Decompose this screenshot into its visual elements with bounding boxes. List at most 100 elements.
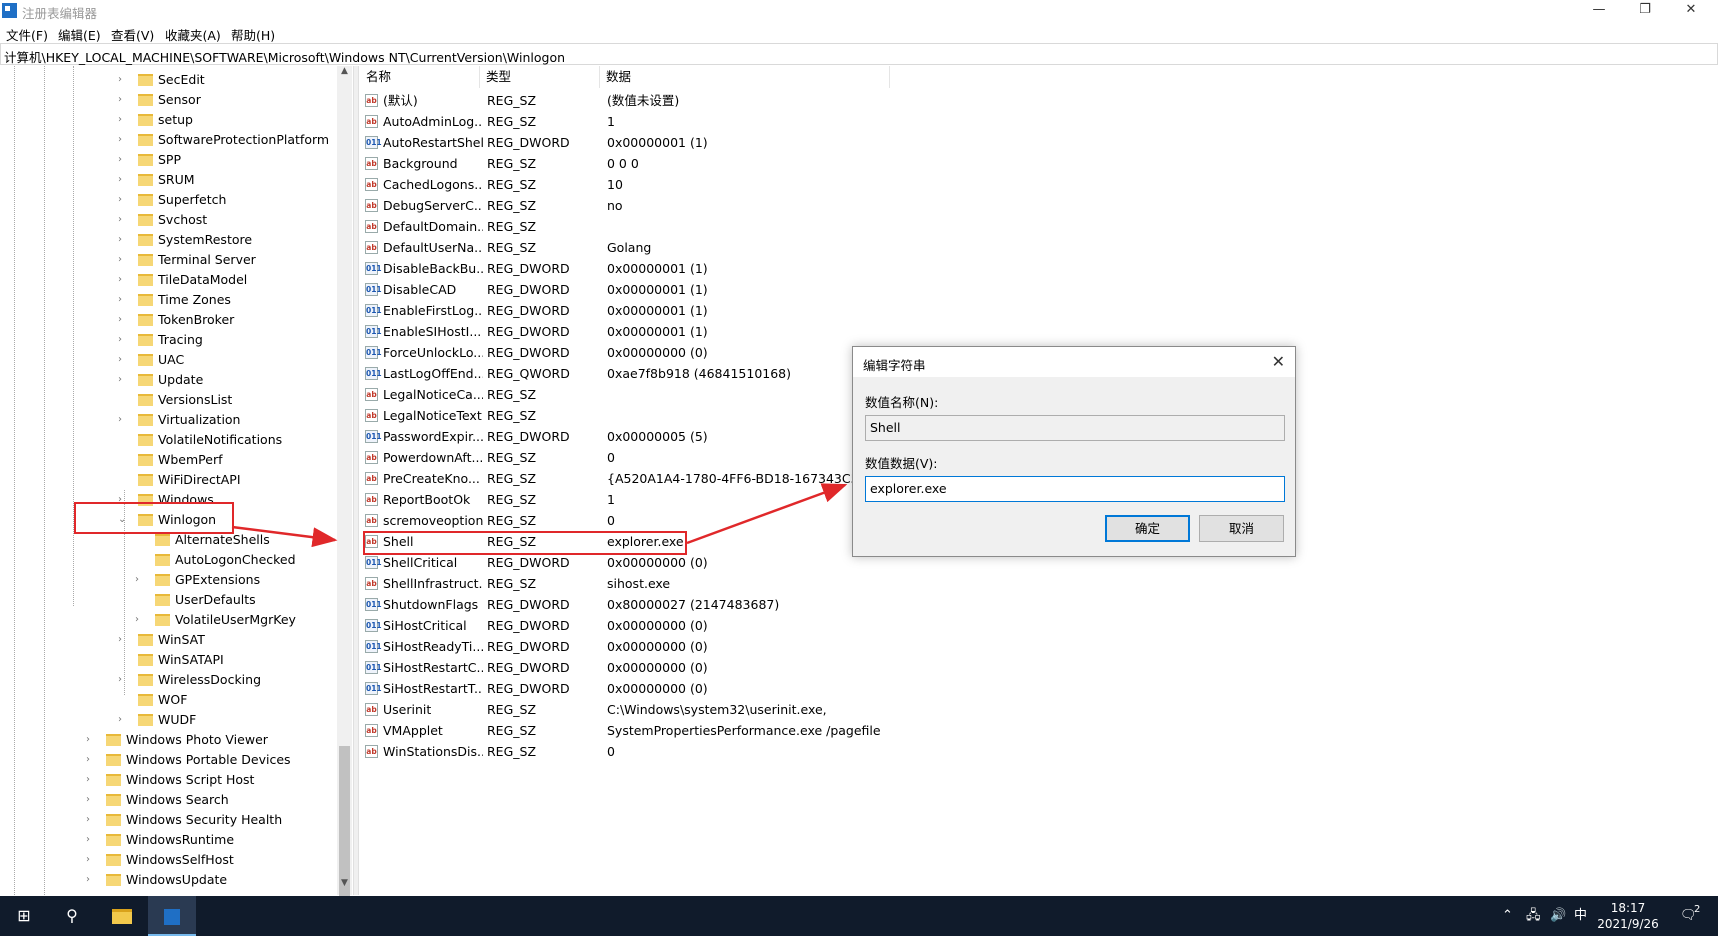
tree-scrollbar[interactable]: ▲ ▼ [337, 66, 352, 901]
value-row[interactable]: 011 ShutdownFlags REG_DWORD 0x80000027 (214… [360, 594, 960, 615]
expand-chevron-icon[interactable]: › [118, 250, 130, 270]
value-row[interactable]: ab DebugServerC... REG_SZ no [360, 195, 960, 216]
expand-chevron-icon[interactable]: › [86, 750, 98, 770]
value-data-field[interactable]: explorer.exe [865, 476, 1285, 502]
value-row[interactable]: ab Userinit REG_SZ C:\Windows\system32\user… [360, 699, 960, 720]
expand-chevron-icon[interactable]: › [118, 230, 130, 250]
value-row[interactable]: ab DefaultUserNa... REG_SZ Golang [360, 237, 960, 258]
expand-chevron-icon[interactable]: › [118, 630, 130, 650]
expand-chevron-icon[interactable]: › [135, 570, 147, 590]
scroll-down-icon[interactable]: ▼ [337, 878, 352, 893]
menu-favorites[interactable]: 收藏夹(A) [165, 25, 221, 44]
scroll-up-icon[interactable]: ▲ [337, 66, 352, 81]
expand-chevron-icon[interactable]: › [118, 70, 130, 90]
tree-item[interactable]: › Tracing [118, 330, 203, 350]
menu-view[interactable]: 查看(V) [111, 25, 154, 44]
expand-chevron-icon[interactable]: › [118, 130, 130, 150]
expand-chevron-icon[interactable]: › [118, 290, 130, 310]
tree-item[interactable]: › WindowsRuntime [86, 830, 234, 850]
tree-item[interactable]: › SPP [118, 150, 181, 170]
tree-item[interactable]: VolatileNotifications [138, 430, 282, 450]
menu-file[interactable]: 文件(F) [6, 25, 48, 44]
value-row[interactable]: ab DefaultDomain... REG_SZ [360, 216, 960, 237]
value-row[interactable]: ab (默认) REG_SZ (数值未设置) [360, 90, 960, 111]
tray-chevron-icon[interactable]: ⌃ [1502, 896, 1513, 936]
expand-chevron-icon[interactable]: › [86, 790, 98, 810]
file-explorer-icon[interactable] [98, 896, 146, 936]
expand-chevron-icon[interactable]: › [135, 610, 147, 630]
expand-chevron-icon[interactable]: › [86, 850, 98, 870]
network-icon[interactable]: 🖧 [1526, 896, 1541, 936]
cancel-button[interactable]: 取消 [1199, 515, 1284, 542]
menu-edit[interactable]: 编辑(E) [58, 25, 101, 44]
tree-item[interactable]: › Windows Portable Devices [86, 750, 291, 770]
tree-item[interactable]: › WindowsUpdate [86, 870, 227, 890]
value-row[interactable]: 011 SiHostReadyTi... REG_DWORD 0x00000000 (… [360, 636, 960, 657]
tree-item[interactable]: › Svchost [118, 210, 207, 230]
value-row[interactable]: ab ShellInfrastruct... REG_SZ sihost.exe [360, 573, 960, 594]
expand-chevron-icon[interactable]: › [86, 870, 98, 890]
tree-item[interactable]: › SystemRestore [118, 230, 252, 250]
tree-item[interactable]: › UAC [118, 350, 184, 370]
tree-item[interactable]: › SecEdit [118, 70, 205, 90]
close-button[interactable]: ✕ [1668, 0, 1714, 22]
value-row[interactable]: ab Background REG_SZ 0 0 0 [360, 153, 960, 174]
tree-item[interactable]: › Windows Script Host [86, 770, 254, 790]
value-row[interactable]: 011 SiHostRestartT... REG_DWORD 0x00000000 … [360, 678, 960, 699]
expand-chevron-icon[interactable]: › [86, 770, 98, 790]
value-row[interactable]: 011 SiHostRestartC... REG_DWORD 0x00000000 … [360, 657, 960, 678]
ok-button[interactable]: 确定 [1105, 515, 1190, 542]
tree-item[interactable]: WinSATAPI [138, 650, 224, 670]
tree-item[interactable]: › Sensor [118, 90, 201, 110]
tree-item[interactable]: › setup [118, 110, 193, 130]
tree-item[interactable]: WbemPerf [138, 450, 222, 470]
expand-chevron-icon[interactable]: › [118, 350, 130, 370]
value-row[interactable]: ab AutoAdminLog... REG_SZ 1 [360, 111, 960, 132]
key-tree[interactable]: › SecEdit › Sensor › setup › SoftwareProtection… [0, 66, 352, 895]
expand-chevron-icon[interactable]: › [86, 730, 98, 750]
expand-chevron-icon[interactable]: › [118, 190, 130, 210]
value-row[interactable]: 011 EnableFirstLog... REG_DWORD 0x00000001 … [360, 300, 960, 321]
tree-item[interactable]: › WinSAT [118, 630, 205, 650]
expand-chevron-icon[interactable]: › [86, 810, 98, 830]
column-data[interactable]: 数据 [600, 66, 890, 88]
value-row[interactable]: 011 DisableBackBu... REG_DWORD 0x00000001 (… [360, 258, 960, 279]
expand-chevron-icon[interactable]: › [118, 330, 130, 350]
expand-chevron-icon[interactable]: › [118, 270, 130, 290]
value-row[interactable]: ab WinStationsDis... REG_SZ 0 [360, 741, 960, 762]
value-row[interactable]: 011 EnableSIHostI... REG_DWORD 0x00000001 (… [360, 321, 960, 342]
expand-chevron-icon[interactable]: › [118, 310, 130, 330]
expand-chevron-icon[interactable]: › [118, 210, 130, 230]
pane-splitter[interactable] [353, 66, 359, 895]
value-row[interactable]: 011 SiHostCritical REG_DWORD 0x00000000 (0) [360, 615, 960, 636]
column-type[interactable]: 类型 [480, 66, 600, 88]
dialog-close-icon[interactable]: ✕ [1272, 352, 1285, 371]
regedit-taskbar-icon[interactable] [148, 896, 196, 936]
tree-item[interactable]: › VolatileUserMgrKey [135, 610, 296, 630]
tree-item[interactable]: › WirelessDocking [118, 670, 261, 690]
value-row[interactable]: 011 DisableCAD REG_DWORD 0x00000001 (1) [360, 279, 960, 300]
tree-item[interactable]: › GPExtensions [135, 570, 260, 590]
address-bar[interactable]: 计算机\HKEY_LOCAL_MACHINE\SOFTWARE\Microsof… [0, 43, 1718, 65]
tree-item[interactable]: VersionsList [138, 390, 232, 410]
tree-item[interactable]: › Virtualization [118, 410, 240, 430]
search-icon[interactable]: ⚲ [48, 896, 96, 936]
start-icon[interactable]: ⊞ [0, 896, 48, 936]
volume-icon[interactable]: 🔊 [1550, 896, 1566, 936]
tree-item[interactable]: WOF [138, 690, 187, 710]
value-row[interactable]: ab CachedLogons... REG_SZ 10 [360, 174, 960, 195]
expand-chevron-icon[interactable]: › [118, 150, 130, 170]
expand-chevron-icon[interactable]: › [118, 110, 130, 130]
expand-chevron-icon[interactable]: › [86, 830, 98, 850]
minimize-button[interactable]: — [1576, 0, 1622, 22]
tree-item[interactable]: › SRUM [118, 170, 195, 190]
tree-item[interactable]: › Terminal Server [118, 250, 256, 270]
tree-item[interactable]: AutoLogonChecked [155, 550, 296, 570]
tree-item[interactable]: › Superfetch [118, 190, 226, 210]
tree-item[interactable]: › Update [118, 370, 203, 390]
value-row[interactable]: ab VMApplet REG_SZ SystemPropertiesPerforma… [360, 720, 960, 741]
tree-item[interactable]: UserDefaults [155, 590, 256, 610]
tree-item[interactable]: › Windows Security Health [86, 810, 282, 830]
expand-chevron-icon[interactable]: › [118, 710, 130, 730]
maximize-button[interactable]: ❐ [1622, 0, 1668, 22]
